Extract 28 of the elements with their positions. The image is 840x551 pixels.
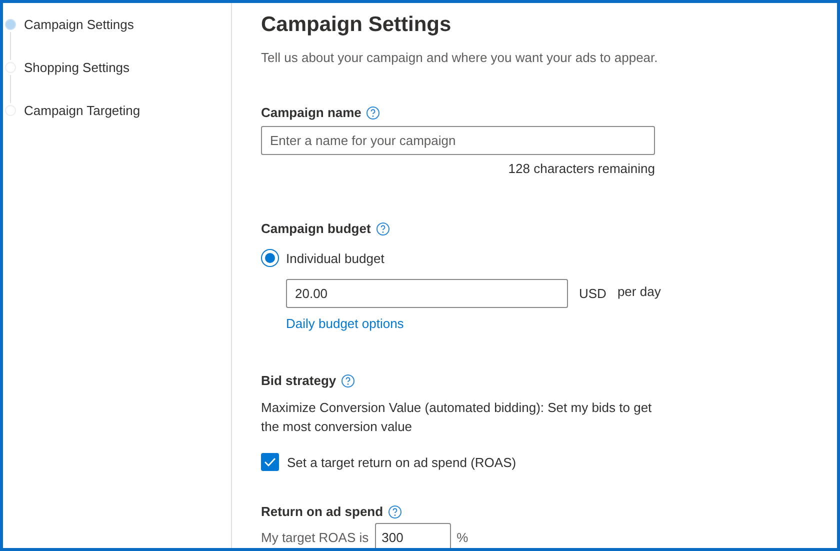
step-label[interactable]: Shopping Settings bbox=[24, 60, 130, 75]
daily-budget-link[interactable]: Daily budget options bbox=[286, 316, 404, 331]
checkmark-icon bbox=[264, 457, 276, 467]
step-label[interactable]: Campaign Targeting bbox=[24, 103, 140, 118]
character-count: 128 characters remaining bbox=[507, 161, 655, 176]
help-icon[interactable] bbox=[376, 222, 390, 236]
period-label: per day bbox=[617, 284, 661, 299]
checkbox[interactable] bbox=[261, 453, 279, 471]
field-label: Return on ad spend bbox=[261, 504, 384, 519]
percent-label: % bbox=[456, 530, 468, 545]
field-label: Campaign name bbox=[261, 105, 362, 120]
campaign-name-field[interactable]: Enter a name for your campaign bbox=[261, 126, 655, 155]
radio-button[interactable] bbox=[261, 249, 279, 267]
field-label: Bid strategy bbox=[261, 373, 336, 388]
step-label[interactable]: Campaign Settings bbox=[24, 17, 134, 32]
currency-label: USD bbox=[579, 286, 606, 301]
field-label: Campaign budget bbox=[261, 221, 371, 236]
roas-field[interactable]: 300 bbox=[374, 523, 451, 548]
budget-field[interactable]: 20.00 bbox=[286, 279, 568, 308]
roas-prefix: My target ROAS is bbox=[261, 530, 369, 545]
help-icon[interactable] bbox=[366, 106, 380, 120]
checkbox-label: Set a target return on ad spend (ROAS) bbox=[287, 454, 516, 470]
page-title: Campaign Settings bbox=[261, 12, 452, 38]
page-subtitle: Tell us about your campaign and where you want your ads to appear. bbox=[261, 50, 659, 65]
help-icon[interactable] bbox=[388, 504, 402, 518]
bid-description: Maximize Conversion Value (automated bidding): Set my bids to get the most conversion value bbox=[261, 399, 653, 436]
help-icon[interactable] bbox=[341, 374, 356, 388]
radio-label: Individual budget bbox=[286, 250, 384, 266]
